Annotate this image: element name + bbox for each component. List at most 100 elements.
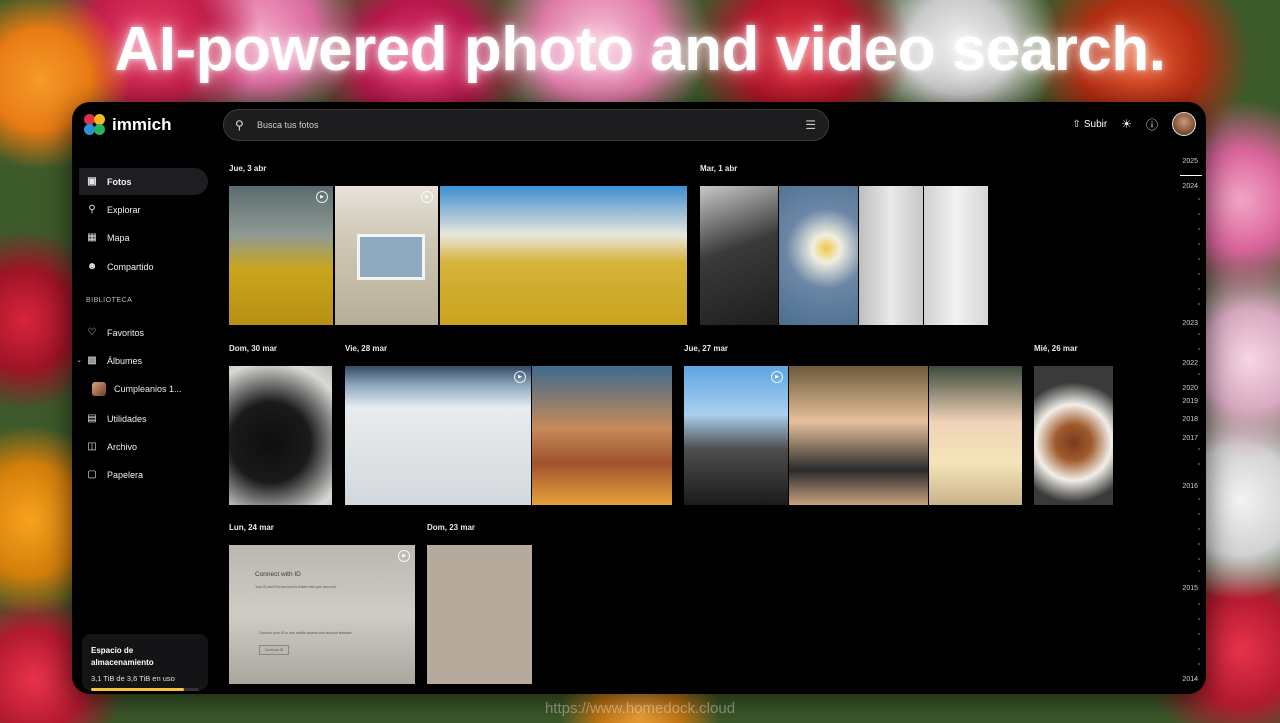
photo-thumbnail[interactable] <box>1034 366 1113 505</box>
search-bar[interactable]: ⚲ Busca tus fotos ☰ <box>223 109 829 141</box>
sidebar-item-label: Archivo <box>107 441 138 452</box>
photo-thumbnail[interactable]: ▶ <box>684 366 788 505</box>
photo-thumbnail[interactable]: Connect with ID Your ID and Eno account … <box>229 545 415 684</box>
timeline-tick <box>1198 448 1200 450</box>
sidebar-item-favorites[interactable]: ♡ Favoritos <box>79 319 208 346</box>
play-icon: ▶ <box>316 191 328 203</box>
sidebar-item-label: Papelera <box>107 469 144 480</box>
immich-logo-icon <box>84 114 106 136</box>
top-actions: ⇧ Subir ☀ ⓘ <box>1072 112 1196 136</box>
headline: AI-powered photo and video search. <box>114 15 1166 84</box>
timeline-year[interactable]: 2016 <box>1182 483 1198 490</box>
photo-thumbnail[interactable]: ▶ <box>229 186 333 325</box>
sidebar-item-label: Álbumes <box>107 355 143 366</box>
photo-thumbnail[interactable]: ▶ <box>345 366 531 505</box>
play-icon: ▶ <box>398 550 410 562</box>
timeline-year[interactable]: 2019 <box>1182 398 1198 405</box>
timeline-tick <box>1198 258 1200 260</box>
timeline-tick <box>1198 373 1200 375</box>
timeline-tick <box>1198 558 1200 560</box>
people-icon: ☻ <box>86 261 98 272</box>
timeline-tick <box>1198 633 1200 635</box>
sidebar-item-label: Explorar <box>107 204 141 215</box>
timeline-scrubber[interactable]: 2025 2024 2023 2022 2020 2019 2018 2017 … <box>1176 158 1206 694</box>
album-thumbnail <box>92 382 106 396</box>
timeline-year[interactable]: 2015 <box>1182 585 1198 592</box>
timeline-tick <box>1198 273 1200 275</box>
photo-thumbnail[interactable] <box>789 366 928 505</box>
timeline-tick <box>1198 570 1200 572</box>
photo-thumbnail[interactable] <box>859 186 923 325</box>
timeline-tick <box>1198 663 1200 665</box>
timeline-tick <box>1198 498 1200 500</box>
timeline-year[interactable]: 2017 <box>1182 435 1198 442</box>
sidebar-item-trash[interactable]: ▢ Papelera <box>79 461 208 488</box>
upload-label: Subir <box>1083 118 1108 130</box>
toolbox-icon: ▤ <box>87 413 97 424</box>
timeline-tick <box>1198 648 1200 650</box>
help-icon[interactable]: ⓘ <box>1146 116 1158 133</box>
timeline-year[interactable]: 2023 <box>1182 320 1198 327</box>
sidebar-item-shared[interactable]: ☻ Compartido <box>79 253 208 280</box>
date-label: Lun, 24 mar <box>229 523 274 532</box>
timeline-tick <box>1198 463 1200 465</box>
sidebar-item-map[interactable]: ▦ Mapa <box>79 224 208 251</box>
timeline-year[interactable]: 2018 <box>1182 416 1198 423</box>
timeline-tick <box>1198 288 1200 290</box>
photo-text: Connect your ID to use mobile access and… <box>259 631 352 635</box>
search-icon: ⚲ <box>235 118 244 132</box>
photo-thumbnail[interactable] <box>924 186 988 325</box>
timeline-year[interactable]: 2024 <box>1182 183 1198 190</box>
upload-button[interactable]: ⇧ Subir <box>1072 119 1107 130</box>
sidebar-item-utilities[interactable]: ▤ Utilidades <box>79 405 208 432</box>
storage-bar <box>91 688 199 691</box>
library-section-title: BIBLIOTECA <box>86 297 133 304</box>
timeline-tick <box>1198 603 1200 605</box>
app-name: immich <box>112 115 172 134</box>
date-label: Dom, 23 mar <box>427 523 476 532</box>
filter-settings-icon[interactable]: ☰ <box>805 118 816 132</box>
photo-thumbnail[interactable] <box>700 186 778 325</box>
photo-thumbnail[interactable] <box>929 366 1022 505</box>
trash-icon: ▢ <box>87 469 97 480</box>
date-label: Jue, 27 mar <box>684 344 729 353</box>
play-icon: ▶ <box>771 371 783 383</box>
album-label: Cumpleanios 1... <box>114 384 182 394</box>
photo-thumbnail[interactable] <box>427 545 532 684</box>
photo-text: Continue ID <box>259 645 289 655</box>
timeline-tick <box>1198 618 1200 620</box>
date-label: Mar, 1 abr <box>700 164 738 173</box>
sidebar-item-explore[interactable]: ⚲ Explorar <box>79 196 208 223</box>
sidebar-item-label: Fotos <box>107 176 132 187</box>
sidebar-item-albums[interactable]: ▩ Álbumes <box>79 347 208 374</box>
play-icon: ▶ <box>421 191 433 203</box>
timeline-tick <box>1198 348 1200 350</box>
timeline-year[interactable]: 2025 <box>1182 158 1198 165</box>
sidebar-item-photos[interactable]: ▣ Fotos <box>79 168 208 195</box>
timeline-tick <box>1198 333 1200 335</box>
app-logo[interactable]: immich <box>84 114 172 136</box>
sidebar-album-item[interactable]: Cumpleanios 1... <box>82 382 210 396</box>
timeline-year[interactable]: 2014 <box>1182 676 1198 683</box>
photo-content <box>357 234 425 280</box>
search-input[interactable]: Busca tus fotos <box>257 120 805 130</box>
theme-toggle-icon[interactable]: ☀ <box>1121 117 1132 131</box>
timeline-tick <box>1198 528 1200 530</box>
chevron-down-icon[interactable]: ⌄ <box>76 356 82 364</box>
photo-thumbnail[interactable] <box>532 366 672 505</box>
photo-thumbnail[interactable] <box>779 186 858 325</box>
timeline-tick <box>1198 303 1200 305</box>
sidebar-item-archive[interactable]: ◫ Archivo <box>79 433 208 460</box>
storage-panel[interactable]: Espacio de almacenamiento 3,1 TiB de 3,6… <box>82 634 208 691</box>
map-icon: ▦ <box>87 232 97 243</box>
photo-thumbnail[interactable] <box>229 366 332 505</box>
avatar[interactable] <box>1172 112 1196 136</box>
photo-thumbnail[interactable] <box>440 186 687 325</box>
upload-icon: ⇧ <box>1072 118 1081 130</box>
date-label: Jue, 3 abr <box>229 164 267 173</box>
photo-thumbnail[interactable]: ▶ <box>335 186 438 325</box>
timeline-year[interactable]: 2020 <box>1182 385 1198 392</box>
photo-text: Connect with ID <box>255 571 301 578</box>
photos-icon: ▣ <box>87 176 97 187</box>
timeline-year[interactable]: 2022 <box>1182 360 1198 367</box>
